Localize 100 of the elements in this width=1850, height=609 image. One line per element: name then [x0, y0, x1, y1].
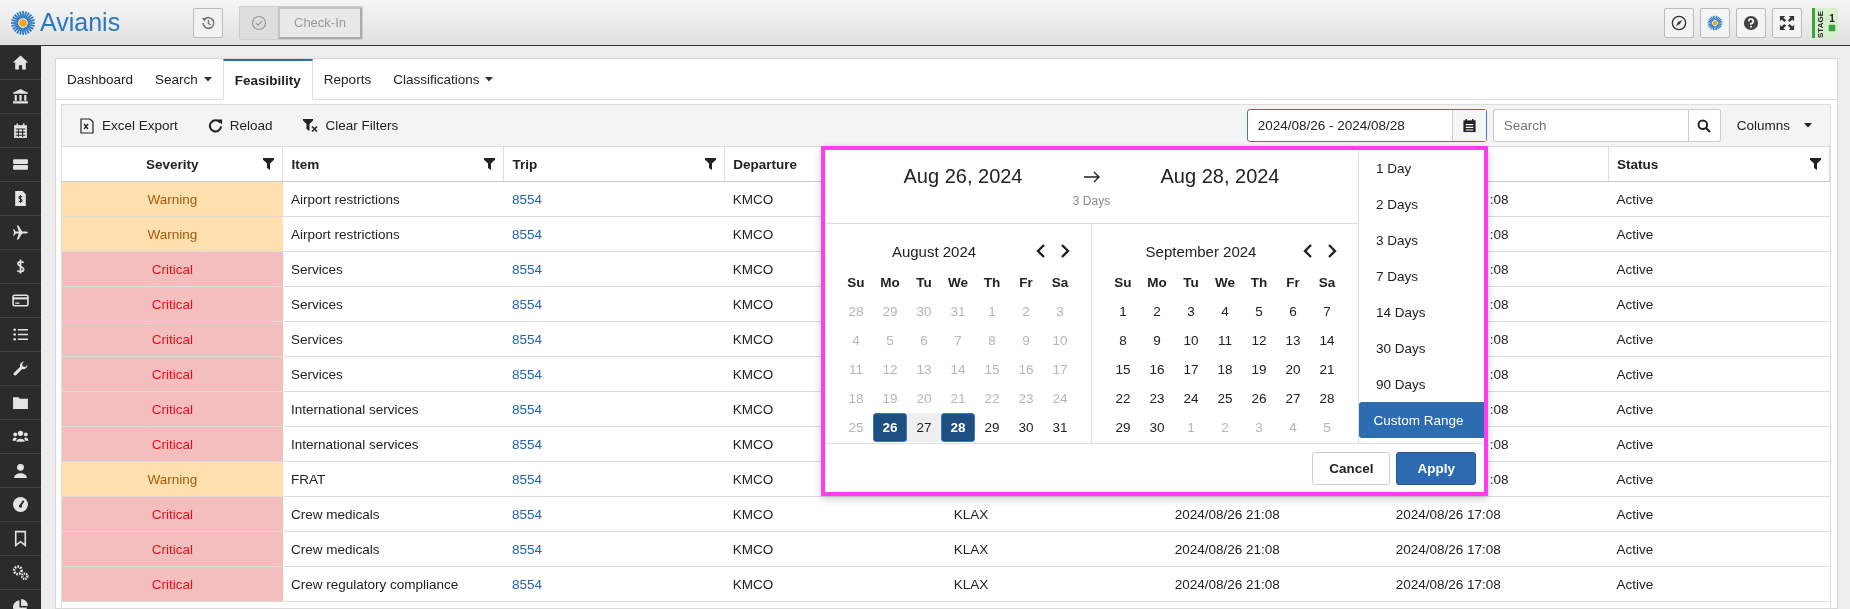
item-cell: Airport restrictions — [282, 216, 504, 252]
calendar-day[interactable]: 29 — [1106, 413, 1140, 442]
calendar-day[interactable]: 28 — [941, 413, 975, 442]
calendar-day[interactable]: 8 — [1106, 326, 1140, 355]
calendar-day[interactable]: 20 — [1276, 355, 1310, 384]
plane-icon — [12, 224, 29, 241]
range-preset[interactable]: 7 Days — [1359, 258, 1484, 294]
status-cell: Active — [1608, 496, 1830, 532]
trip-link[interactable]: 8554 — [511, 261, 542, 277]
date-range-field[interactable]: 2024/08/26 - 2024/08/28 — [1246, 109, 1487, 142]
trip-link[interactable]: 8554 — [511, 296, 542, 312]
calendar-day[interactable]: 23 — [1140, 384, 1174, 413]
toolbar-action[interactable]: Reload — [203, 114, 277, 137]
calendar-day[interactable]: 11 — [1208, 326, 1242, 355]
columns-dropdown[interactable]: Columns — [1726, 112, 1822, 139]
item-cell: Services — [282, 286, 504, 322]
weekday-label: Mo — [1146, 274, 1168, 292]
trip-link[interactable]: 8554 — [511, 226, 542, 242]
calendar-day[interactable]: 6 — [1276, 297, 1310, 326]
calendar-day[interactable]: 18 — [1208, 355, 1242, 384]
calendar-day[interactable]: 31 — [1043, 413, 1077, 442]
nav-tab[interactable]: Classifications — [382, 59, 505, 99]
caret-icon — [1804, 123, 1812, 128]
range-preset[interactable]: 30 Days — [1359, 330, 1484, 366]
calendar-day[interactable]: 25 — [1208, 384, 1242, 413]
nav-tab[interactable]: Dashboard — [56, 59, 145, 99]
calendar-day[interactable]: 28 — [1310, 384, 1344, 413]
calendar-day[interactable]: 2 — [1140, 297, 1174, 326]
status-cell: Active — [1608, 531, 1830, 567]
nav-tab[interactable]: Feasibility — [222, 59, 313, 100]
calendar-day[interactable]: 7 — [1310, 297, 1344, 326]
calendar-day[interactable]: 30 — [1009, 413, 1043, 442]
logo-button[interactable] — [1700, 7, 1730, 38]
calendar-day[interactable]: 21 — [1310, 355, 1344, 384]
toolbar-action[interactable]: Excel Export — [76, 113, 182, 138]
calendar-day[interactable]: 26 — [873, 413, 907, 442]
status-cell: Active — [1608, 321, 1830, 357]
calendar-day[interactable]: 27 — [1276, 384, 1310, 413]
table-cell: 2024/08/26 21:08 — [1174, 541, 1280, 557]
calendar-day[interactable]: 13 — [1276, 326, 1310, 355]
calendar-day[interactable]: 12 — [1242, 326, 1276, 355]
trip-link[interactable]: 8554 — [511, 506, 542, 522]
calendar-day[interactable]: 15 — [1106, 355, 1140, 384]
calendar-day[interactable]: 5 — [1242, 297, 1276, 326]
calendar-day[interactable]: 9 — [1140, 326, 1174, 355]
table-cell: KLAX — [953, 576, 989, 592]
home-icon — [12, 54, 29, 71]
help-icon — [1743, 13, 1759, 32]
item-cell: Services — [282, 356, 504, 392]
trip-link[interactable]: 8554 — [511, 191, 542, 207]
trip-link[interactable]: 8554 — [511, 401, 542, 417]
toolbar-action[interactable]: Clear Filters — [298, 114, 403, 137]
range-preset[interactable]: 14 Days — [1359, 294, 1484, 330]
range-preset[interactable]: 1 Day — [1359, 150, 1484, 186]
filter-icon[interactable] — [263, 158, 275, 170]
trip-link[interactable]: 8554 — [511, 436, 542, 452]
calendar-day[interactable]: 29 — [975, 413, 1009, 442]
calendar-day[interactable]: 14 — [1310, 326, 1344, 355]
month-title: September 2024 — [1144, 242, 1258, 260]
calendar-day[interactable]: 26 — [1242, 384, 1276, 413]
range-preset[interactable]: 2 Days — [1359, 186, 1484, 222]
calendar-day[interactable]: 27 — [907, 413, 941, 442]
range-preset[interactable]: 3 Days — [1359, 222, 1484, 258]
calendar-day[interactable]: 1 — [1106, 297, 1140, 326]
trip-link[interactable]: 8554 — [511, 471, 542, 487]
search-button[interactable] — [1688, 109, 1721, 142]
calendar-day[interactable]: 3 — [1174, 297, 1208, 326]
table-cell-text: :08 — [1488, 296, 1509, 312]
caret-icon — [485, 76, 494, 82]
range-preset[interactable]: Custom Range — [1359, 402, 1484, 438]
trip-link[interactable]: 8554 — [511, 366, 542, 382]
filter-icon[interactable] — [484, 158, 496, 170]
cancel-button[interactable]: Cancel — [1312, 451, 1391, 485]
calendar-day[interactable]: 4 — [1208, 297, 1242, 326]
calendar-day[interactable]: 24 — [1174, 384, 1208, 413]
range-preset[interactable]: 90 Days — [1359, 366, 1484, 402]
status-cell: Active — [1608, 356, 1830, 392]
status-cell: Active — [1608, 251, 1830, 287]
filter-icon[interactable] — [705, 158, 717, 170]
calendar-day[interactable]: 19 — [1242, 355, 1276, 384]
calendar-day[interactable]: 17 — [1174, 355, 1208, 384]
history-button[interactable] — [193, 7, 223, 38]
help-button[interactable] — [1736, 7, 1766, 38]
trip-link[interactable]: 8554 — [511, 576, 542, 592]
fullscreen-button[interactable] — [1772, 7, 1802, 38]
search-field[interactable]: Search — [1492, 109, 1689, 142]
trip-link[interactable]: 8554 — [511, 541, 542, 557]
calendar-day[interactable]: 22 — [1106, 384, 1140, 413]
nav-tab[interactable]: Reports — [312, 59, 383, 99]
calendar-day[interactable]: 16 — [1140, 355, 1174, 384]
trip-link[interactable]: 8554 — [511, 331, 542, 347]
table-cell: 2024/08/26 17:08 — [1395, 541, 1501, 557]
calendar-day[interactable]: 10 — [1174, 326, 1208, 355]
apply-button[interactable]: Apply — [1396, 451, 1476, 485]
filter-icon[interactable] — [1810, 158, 1821, 170]
calendar-day[interactable]: 30 — [1140, 413, 1174, 442]
status-cell: Active — [1608, 181, 1830, 217]
compass-button[interactable] — [1664, 7, 1694, 38]
weekday-label: Th — [1249, 274, 1269, 292]
nav-tab[interactable]: Search — [144, 59, 223, 99]
